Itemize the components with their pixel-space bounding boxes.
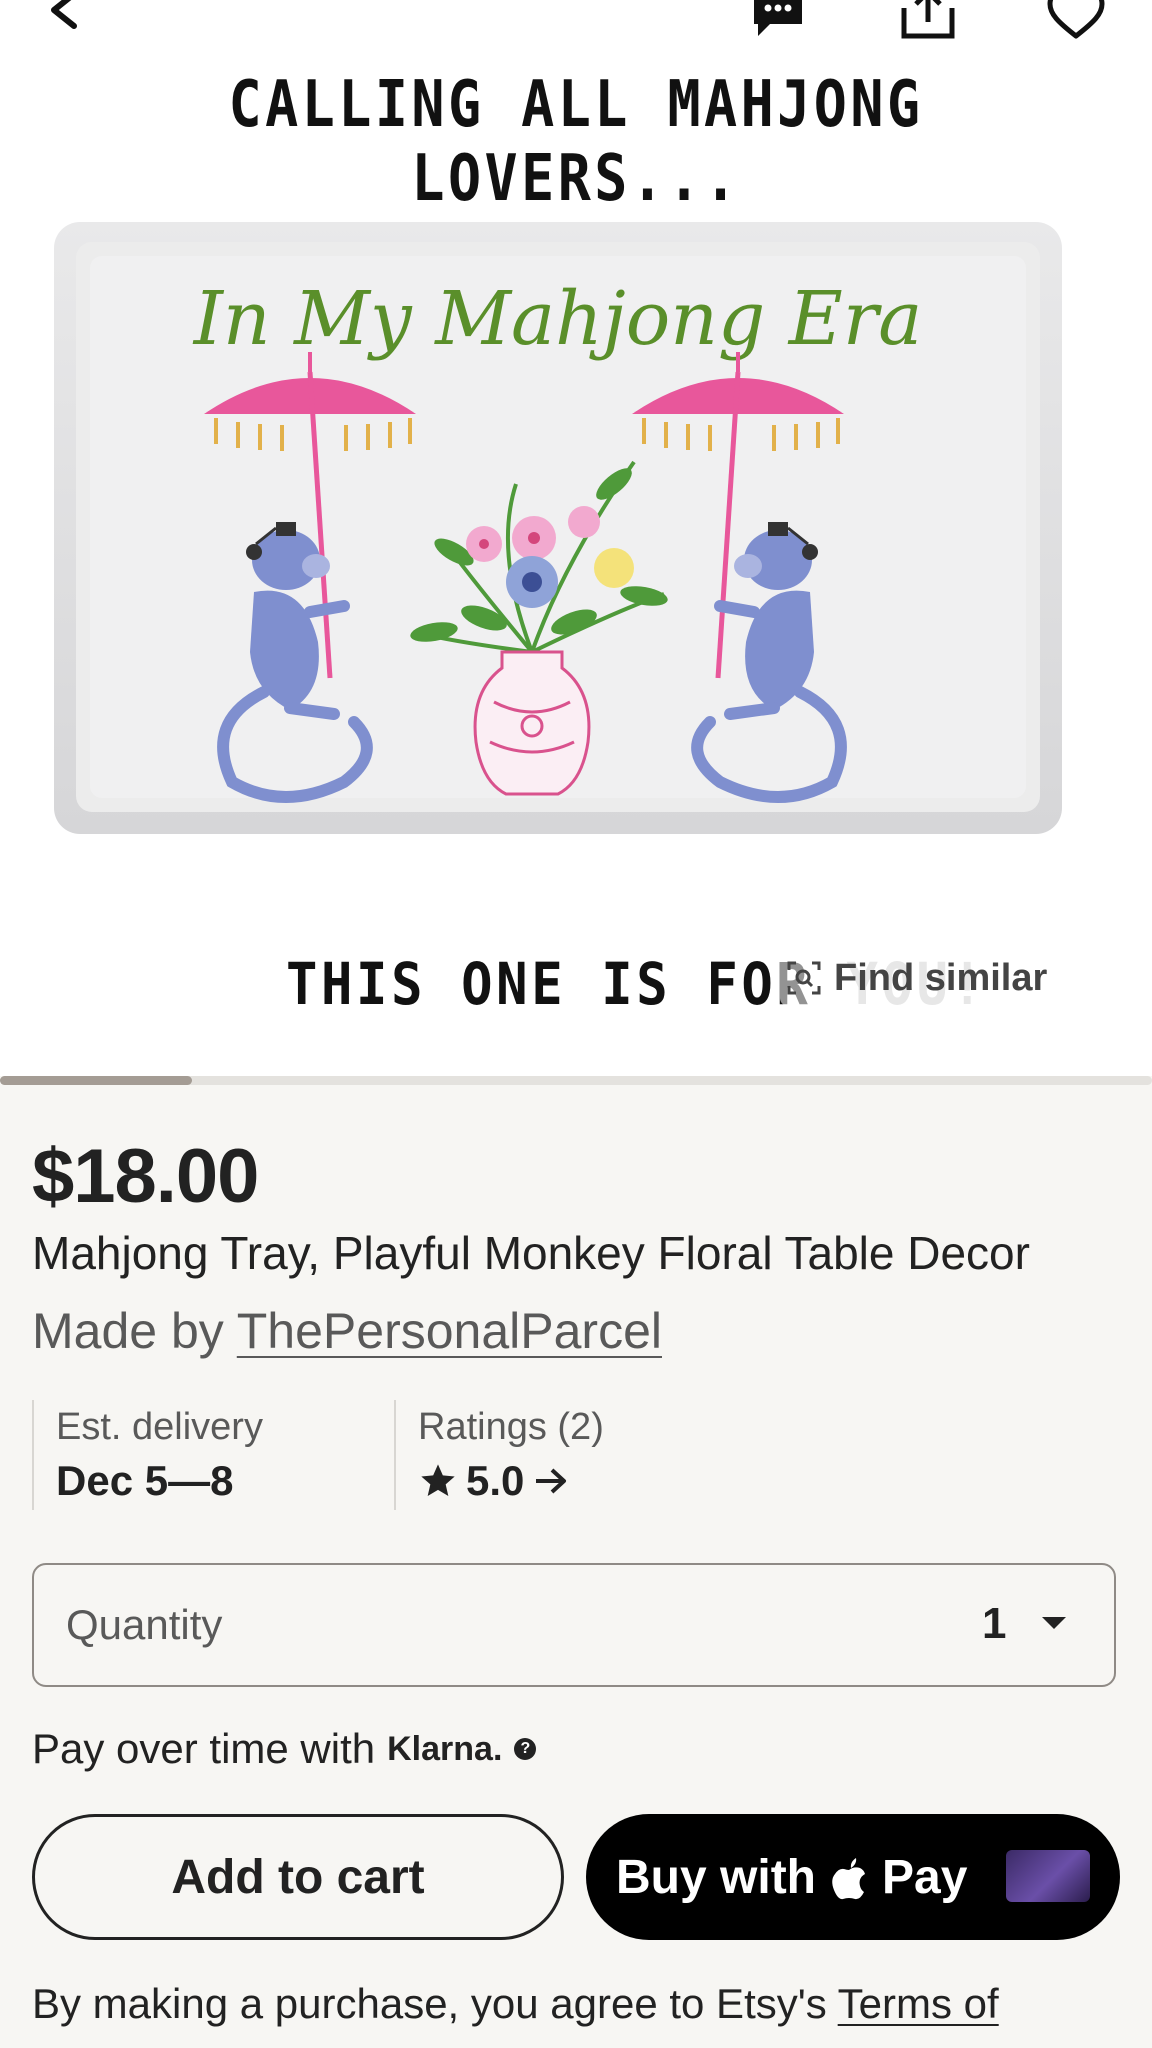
made-by-prefix: Made by (32, 1303, 237, 1359)
quantity-select[interactable]: Quantity 1 (32, 1563, 1116, 1687)
shop-link[interactable]: ThePersonalParcel (237, 1303, 662, 1359)
rating-value: 5.0 (466, 1457, 525, 1504)
add-to-cart-button[interactable]: Add to cart (32, 1814, 564, 1940)
share-icon[interactable] (898, 0, 958, 42)
card-thumbnail (1006, 1850, 1090, 1902)
favorite-icon[interactable] (1044, 0, 1108, 42)
carousel-progress-fill (0, 1076, 193, 1085)
carousel-progress-bar (0, 1076, 1152, 1085)
info-row: Est. delivery Dec 5—8 Ratings (2) 5.0 (32, 1400, 652, 1510)
tray-illustration: In My Mahjong Era (54, 222, 1062, 834)
klarna-promo: Pay over time with Klarna. ? (32, 1725, 537, 1773)
listing-title: Mahjong Tray, Playful Monkey Floral Tabl… (32, 1227, 1030, 1279)
delivery-value: Dec 5—8 (56, 1457, 234, 1504)
legal-text: By making a purchase, you agree to Etsy'… (32, 1980, 999, 2028)
legal-prefix: By making a purchase, you agree to Etsy'… (32, 1980, 838, 2027)
tray-text: In My Mahjong Era (192, 276, 923, 362)
chevron-down-icon (1042, 1617, 1066, 1629)
arrow-right-icon (536, 1468, 567, 1494)
apple-pay-button[interactable]: Buy with Pay (586, 1814, 1120, 1940)
pay-label: Pay (882, 1850, 968, 1904)
product-image-carousel[interactable]: CALLING ALL MAHJONG LOVERS... In My Mahj… (0, 0, 1152, 1076)
terms-link[interactable]: Terms of (838, 1980, 999, 2027)
ratings-info[interactable]: Ratings (2) 5.0 (394, 1400, 658, 1510)
buy-with-label: Buy with (616, 1850, 816, 1904)
delivery-info: Est. delivery Dec 5—8 (32, 1400, 396, 1510)
quantity-value: 1 (982, 1599, 1007, 1648)
klarna-logo: Klarna. (387, 1729, 503, 1768)
quantity-label: Quantity (66, 1601, 223, 1648)
find-similar-label: Find similar (834, 956, 1048, 999)
ratings-label: Ratings (2) (418, 1406, 604, 1448)
klarna-prefix: Pay over time with (32, 1725, 376, 1772)
made-by: Made by ThePersonalParcel (32, 1302, 662, 1360)
back-icon[interactable] (44, 0, 84, 36)
help-icon[interactable]: ? (514, 1738, 537, 1760)
hero-headline: CALLING ALL MAHJONG LOVERS... (228, 68, 924, 216)
visual-search-icon (787, 961, 821, 995)
find-similar-button[interactable]: Find similar (780, 950, 1054, 1006)
messages-icon[interactable] (750, 0, 806, 44)
price: $18.00 (32, 1134, 259, 1219)
rating-value-row[interactable]: 5.0 (418, 1457, 658, 1505)
delivery-label: Est. delivery (56, 1406, 263, 1448)
subheadline-main: THIS ONE IS FOR (286, 950, 812, 1018)
star-icon (421, 1464, 455, 1496)
apple-logo-icon (832, 1858, 865, 1900)
